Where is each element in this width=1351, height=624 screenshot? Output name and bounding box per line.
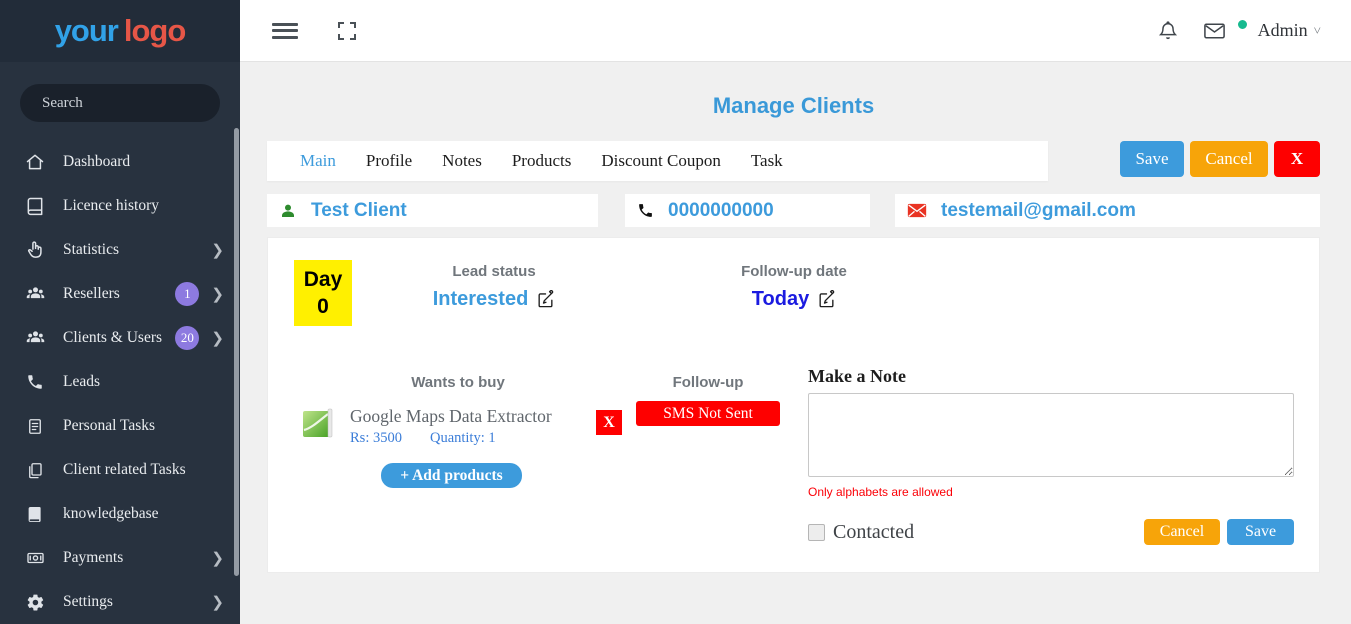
product-thumbnail — [301, 406, 335, 440]
product-quantity: Quantity: 1 — [430, 430, 496, 447]
followup-label: Follow-up — [636, 374, 780, 391]
sidebar-item-statistics[interactable]: Statistics ❯ — [0, 228, 240, 272]
tab-bar: Main Profile Notes Products Discount Cou… — [267, 141, 1048, 181]
sidebar-item-leads[interactable]: Leads — [0, 360, 240, 404]
tab-task[interactable]: Task — [736, 151, 798, 171]
online-status-dot — [1237, 19, 1248, 30]
document-icon — [24, 416, 46, 436]
sms-status-button[interactable]: SMS Not Sent — [636, 401, 780, 426]
followup-date-label: Follow-up date — [664, 263, 924, 280]
sidebar-item-clients-users[interactable]: Clients & Users 20 ❯ — [0, 316, 240, 360]
logo-text-logo: logo — [124, 13, 185, 49]
sidebar-item-knowledgebase[interactable]: knowledgebase — [0, 492, 240, 536]
client-email: testemail@gmail.com — [941, 200, 1136, 222]
fullscreen-icon[interactable] — [338, 22, 356, 40]
sidebar-item-licence-history[interactable]: Licence history — [0, 184, 240, 228]
chevron-right-icon: ❯ — [211, 285, 224, 303]
product-item: Google Maps Data Extractor Rs: 3500 Quan… — [301, 406, 552, 447]
wants-to-buy-section: Wants to buy — [308, 374, 608, 391]
sidebar-item-client-tasks[interactable]: Client related Tasks — [0, 448, 240, 492]
product-name: Google Maps Data Extractor — [350, 406, 552, 427]
hamburger-menu-icon[interactable] — [272, 23, 298, 39]
logo-text-your: your — [55, 13, 118, 49]
day-label: Day — [304, 266, 343, 293]
phone-icon — [24, 372, 46, 392]
chevron-right-icon: ❯ — [211, 329, 224, 347]
user-name[interactable]: Admin — [1258, 20, 1308, 41]
sidebar-item-resellers[interactable]: Resellers 1 ❯ — [0, 272, 240, 316]
client-email-box: testemail@gmail.com — [895, 194, 1320, 227]
sidebar-item-payments[interactable]: Payments ❯ — [0, 536, 240, 580]
contacted-label: Contacted — [833, 521, 914, 544]
clients-count-badge: 20 — [175, 326, 199, 350]
home-icon — [24, 152, 46, 172]
hand-pointer-icon — [24, 240, 46, 260]
wants-to-buy-label: Wants to buy — [308, 374, 608, 391]
product-price: Rs: 3500 — [350, 430, 402, 447]
main-content: Manage Clients Main Profile Notes Produc… — [240, 63, 1351, 624]
chevron-right-icon: ❯ — [211, 549, 224, 567]
copy-icon — [24, 460, 46, 480]
users-icon — [24, 328, 46, 348]
note-validation-message: Only alphabets are allowed — [808, 485, 1294, 499]
phone-icon — [637, 202, 654, 219]
remove-product-button[interactable]: X — [596, 410, 622, 435]
lead-status-label: Lead status — [364, 263, 624, 280]
page-title: Manage Clients — [267, 93, 1320, 119]
tab-discount-coupon[interactable]: Discount Coupon — [586, 151, 735, 171]
edit-followup-date-icon[interactable] — [817, 290, 836, 309]
sidebar: your logo Dashboard Licence history Stat… — [0, 0, 240, 624]
cancel-button[interactable]: Cancel — [1190, 141, 1268, 177]
edit-lead-status-icon[interactable] — [536, 290, 555, 309]
make-note-section: Make a Note Only alphabets are allowed C… — [808, 366, 1294, 545]
chevron-down-icon[interactable]: ˅ — [1314, 23, 1321, 39]
sidebar-item-personal-tasks[interactable]: Personal Tasks — [0, 404, 240, 448]
notifications-bell-icon[interactable] — [1157, 20, 1179, 42]
resellers-count-badge: 1 — [175, 282, 199, 306]
note-save-button[interactable]: Save — [1227, 519, 1294, 545]
envelope-red-icon — [907, 203, 927, 218]
lead-status-section: Lead status Interested — [364, 263, 624, 311]
person-icon — [279, 202, 297, 220]
day-value: 0 — [317, 293, 329, 320]
users-icon — [24, 284, 46, 304]
close-button[interactable]: X — [1274, 141, 1320, 177]
contacted-checkbox[interactable] — [808, 524, 825, 541]
chevron-right-icon: ❯ — [211, 593, 224, 611]
lead-status-value: Interested — [433, 288, 529, 311]
tab-profile[interactable]: Profile — [351, 151, 427, 171]
logo[interactable]: your logo — [0, 0, 240, 62]
tab-notes[interactable]: Notes — [427, 151, 497, 171]
sidebar-item-dashboard[interactable]: Dashboard — [0, 140, 240, 184]
client-phone: 0000000000 — [668, 200, 774, 222]
client-phone-box: 0000000000 — [625, 194, 870, 227]
sidebar-item-settings[interactable]: Settings ❯ — [0, 580, 240, 624]
followup-date-value: Today — [752, 288, 809, 311]
client-name-box: Test Client — [267, 194, 598, 227]
followup-section: Follow-up SMS Not Sent — [636, 374, 780, 426]
book-solid-icon — [24, 504, 46, 524]
day-counter: Day 0 — [294, 260, 352, 326]
search-input[interactable] — [20, 84, 220, 122]
client-detail-card: Day 0 Lead status Interested Follow-up d… — [267, 237, 1320, 573]
client-name: Test Client — [311, 200, 407, 222]
tab-main[interactable]: Main — [285, 151, 351, 171]
followup-date-section: Follow-up date Today — [664, 263, 924, 311]
tab-products[interactable]: Products — [497, 151, 587, 171]
note-textarea[interactable] — [808, 393, 1294, 477]
topbar: Admin ˅ — [240, 0, 1351, 62]
note-cancel-button[interactable]: Cancel — [1144, 519, 1220, 545]
gear-icon — [24, 592, 46, 612]
add-products-button[interactable]: + Add products — [381, 463, 522, 488]
chevron-right-icon: ❯ — [211, 241, 224, 259]
sidebar-menu: Dashboard Licence history Statistics ❯ R… — [0, 140, 240, 624]
book-icon — [24, 196, 46, 216]
sidebar-scrollbar[interactable] — [234, 128, 239, 576]
messages-envelope-icon[interactable] — [1203, 21, 1226, 41]
money-icon — [24, 548, 46, 568]
make-note-title: Make a Note — [808, 366, 1294, 387]
save-button[interactable]: Save — [1120, 141, 1184, 177]
